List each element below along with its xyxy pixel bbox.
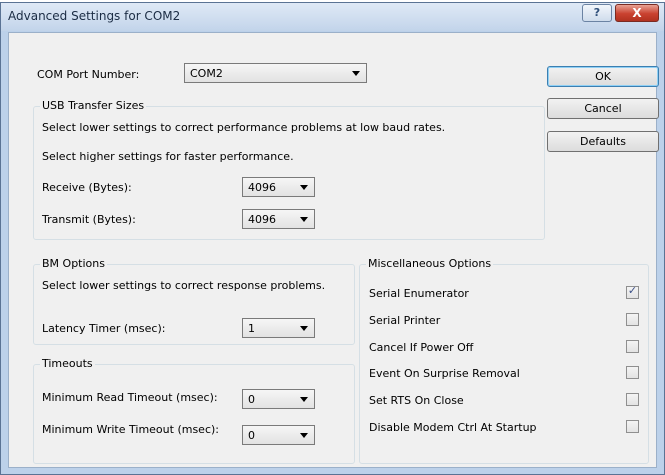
receive-label: Receive (Bytes): bbox=[42, 181, 132, 194]
write-timeout-dropdown[interactable]: 0 bbox=[242, 425, 315, 445]
chevron-down-icon bbox=[300, 217, 308, 222]
latency-label: Latency Timer (msec): bbox=[42, 322, 166, 335]
receive-value: 4096 bbox=[248, 181, 276, 194]
usb-hint-lower: Select lower settings to correct perform… bbox=[42, 121, 446, 134]
chevron-down-icon bbox=[352, 71, 360, 76]
checkmark-icon: ✓ bbox=[627, 284, 638, 297]
cancel-button[interactable]: Cancel bbox=[547, 98, 659, 119]
read-timeout-dropdown[interactable]: 0 bbox=[242, 389, 315, 409]
window-title: Advanced Settings for COM2 bbox=[8, 9, 181, 23]
com-port-dropdown[interactable]: COM2 bbox=[184, 63, 367, 83]
dialog-body: COM Port Number: COM2 OK Cancel Defaults… bbox=[8, 32, 659, 468]
help-button[interactable]: ? bbox=[582, 4, 612, 22]
defaults-button[interactable]: Defaults bbox=[547, 131, 659, 152]
timeouts-group bbox=[33, 364, 355, 464]
disable-modem-ctrl-checkbox[interactable] bbox=[626, 420, 639, 433]
cancel-if-power-off-checkbox[interactable] bbox=[626, 340, 639, 353]
option-label: Set RTS On Close bbox=[369, 394, 464, 407]
com-port-label: COM Port Number: bbox=[37, 68, 140, 81]
read-timeout-label: Minimum Read Timeout (msec): bbox=[42, 391, 218, 404]
usb-transfer-title: USB Transfer Sizes bbox=[40, 99, 147, 112]
write-timeout-label: Minimum Write Timeout (msec): bbox=[42, 423, 219, 436]
latency-dropdown[interactable]: 1 bbox=[242, 318, 315, 338]
option-label: Serial Enumerator bbox=[369, 287, 469, 300]
option-label: Serial Printer bbox=[369, 314, 441, 327]
receive-dropdown[interactable]: 4096 bbox=[242, 177, 315, 197]
transmit-label: Transmit (Bytes): bbox=[42, 213, 136, 226]
chevron-down-icon bbox=[300, 433, 308, 438]
option-label: Cancel If Power Off bbox=[369, 341, 474, 354]
com-port-value: COM2 bbox=[190, 67, 223, 80]
latency-value: 1 bbox=[248, 322, 255, 335]
misc-options-title: Miscellaneous Options bbox=[366, 257, 494, 270]
transmit-value: 4096 bbox=[248, 213, 276, 226]
serial-printer-checkbox[interactable] bbox=[626, 313, 639, 326]
chevron-down-icon bbox=[300, 326, 308, 331]
event-on-surprise-removal-checkbox[interactable] bbox=[626, 366, 639, 379]
bm-hint: Select lower settings to correct respons… bbox=[42, 279, 326, 292]
option-label: Disable Modem Ctrl At Startup bbox=[369, 421, 537, 434]
ok-button[interactable]: OK bbox=[547, 66, 659, 87]
chevron-down-icon bbox=[300, 185, 308, 190]
read-timeout-value: 0 bbox=[248, 393, 255, 406]
title-bar: Advanced Settings for COM2 ? X bbox=[1, 3, 664, 31]
option-label: Event On Surprise Removal bbox=[369, 367, 520, 380]
usb-hint-higher: Select higher settings for faster perfor… bbox=[42, 150, 294, 163]
dialog-window: Advanced Settings for COM2 ? X COM Port … bbox=[0, 2, 665, 475]
transmit-dropdown[interactable]: 4096 bbox=[242, 209, 315, 229]
serial-enumerator-checkbox[interactable]: ✓ bbox=[626, 284, 639, 299]
set-rts-on-close-checkbox[interactable] bbox=[626, 393, 639, 406]
bm-options-title: BM Options bbox=[40, 257, 107, 270]
close-button[interactable]: X bbox=[615, 4, 659, 22]
chevron-down-icon bbox=[300, 397, 308, 402]
write-timeout-value: 0 bbox=[248, 429, 255, 442]
timeouts-title: Timeouts bbox=[40, 357, 95, 370]
